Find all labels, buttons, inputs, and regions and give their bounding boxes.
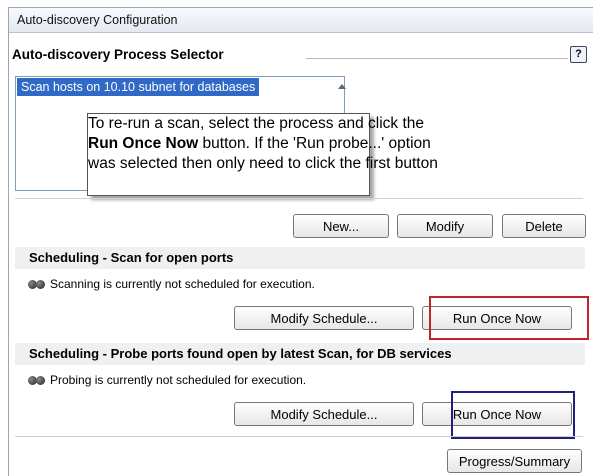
probe-modify-schedule-button[interactable]: Modify Schedule...: [234, 402, 414, 426]
scan-section-header: Scheduling - Scan for open ports: [15, 247, 585, 269]
probe-section-header: Scheduling - Probe ports found open by l…: [15, 343, 585, 365]
tooltip-line-2-rest: button. If the 'Run probe...' option: [198, 135, 431, 152]
delete-button[interactable]: Delete: [502, 214, 586, 238]
probe-status: Probing is currently not scheduled for e…: [28, 372, 306, 388]
scroll-up-icon[interactable]: [338, 84, 346, 89]
window-title: Auto-discovery Configuration: [17, 13, 178, 27]
modify-button[interactable]: Modify: [397, 214, 493, 238]
progress-summary-button[interactable]: Progress/Summary: [447, 449, 582, 473]
instruction-tooltip: To re-run a scan, select the process and…: [87, 113, 438, 196]
tooltip-line-1: To re-run a scan, select the process and…: [88, 115, 424, 132]
group-divider: [306, 58, 568, 59]
highlight-box-blue: [451, 391, 575, 439]
divider: [15, 198, 583, 199]
tooltip-line-2: Run Once Now button. If the 'Run probe..…: [88, 134, 431, 154]
tooltip-bold-text: Run Once Now: [88, 135, 199, 152]
scan-status: Scanning is currently not scheduled for …: [28, 276, 315, 292]
probe-status-text: Probing is currently not scheduled for e…: [50, 373, 307, 387]
divider: [15, 436, 583, 437]
highlight-box-red: [429, 296, 589, 340]
process-selector-title: Auto-discovery Process Selector: [12, 47, 224, 62]
scan-modify-schedule-button[interactable]: Modify Schedule...: [234, 306, 414, 330]
status-indicator-icon: [28, 277, 45, 293]
new-button[interactable]: New...: [293, 214, 389, 238]
list-item[interactable]: Scan hosts on 10.10 subnet for databases: [17, 78, 260, 96]
help-icon[interactable]: ?: [570, 46, 587, 63]
scan-status-text: Scanning is currently not scheduled for …: [50, 277, 315, 291]
tooltip-line-3: was selected then only need to click the…: [88, 155, 438, 172]
status-indicator-icon: [28, 373, 45, 389]
